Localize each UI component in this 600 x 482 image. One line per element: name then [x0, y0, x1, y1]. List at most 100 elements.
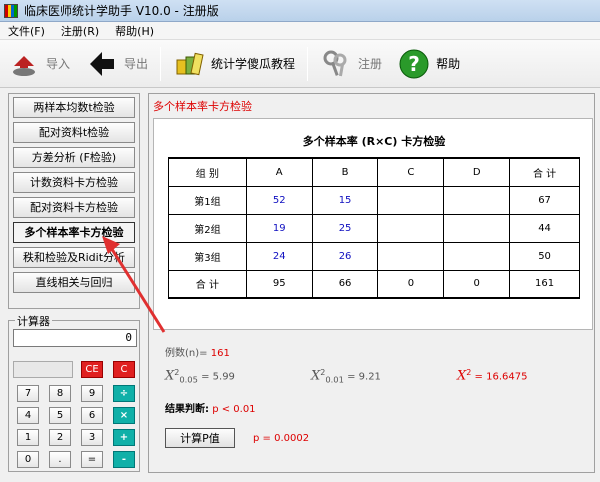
calculator-memory-indicator — [13, 361, 73, 378]
calc-key-add[interactable]: + — [113, 429, 135, 446]
calc-key-3[interactable]: 3 — [81, 429, 103, 446]
svg-text:?: ? — [408, 52, 420, 76]
row-total: 50 — [509, 241, 580, 271]
nav-paired-t-test[interactable]: 配对资料t检验 — [13, 122, 135, 143]
cell-input[interactable]: 19 — [245, 213, 313, 243]
app-icon — [4, 3, 18, 18]
import-label: 导入 — [46, 57, 71, 71]
chi-subscript: 0.01 — [325, 374, 344, 385]
table-row: 第2组 19 25 44 — [168, 213, 580, 243]
calc-key-1[interactable]: 1 — [17, 429, 39, 446]
row-label: 第1组 — [168, 185, 247, 215]
calc-key-0[interactable]: 0 — [17, 451, 39, 468]
cell-input[interactable] — [377, 241, 445, 271]
chi-critical-005-value: = 5.99 — [201, 371, 235, 383]
cell-input[interactable] — [443, 241, 511, 271]
sample-size-value: 161 — [210, 348, 230, 359]
cell-input[interactable]: 24 — [245, 241, 313, 271]
toolbar-separator — [307, 46, 309, 81]
column-total: 0 — [377, 269, 445, 299]
chi-critical-001: X20.01 = 9.21 — [311, 368, 381, 384]
menu-file[interactable]: 文件(F) — [0, 23, 53, 39]
help-button[interactable]: ? 帮助 — [390, 44, 468, 84]
nav-rank-sum-ridit[interactable]: 秩和检验及Ridit分析 — [13, 247, 135, 268]
menu-help[interactable]: 帮助(H) — [107, 23, 162, 39]
tutorial-label: 统计学傻瓜教程 — [211, 57, 296, 71]
calc-key-7[interactable]: 7 — [17, 385, 39, 402]
nav-two-sample-t-test[interactable]: 两样本均数t检验 — [13, 97, 135, 118]
calc-key-8[interactable]: 8 — [49, 385, 71, 402]
register-label: 注册 — [358, 57, 383, 71]
menu-register[interactable]: 注册(R) — [53, 23, 107, 39]
header-group: 组 别 — [168, 157, 247, 187]
calc-key-dot[interactable]: . — [49, 451, 71, 468]
calc-key-ce[interactable]: CE — [81, 361, 103, 378]
export-button[interactable]: 导出 — [78, 44, 156, 84]
table-title: 多个样本率 (R×C) 卡方检验 — [302, 135, 446, 148]
import-button[interactable]: 导入 — [0, 44, 78, 84]
grand-total: 161 — [509, 269, 580, 299]
header-total: 合 计 — [509, 157, 580, 187]
export-label: 导出 — [124, 57, 149, 71]
row-label: 合 计 — [168, 269, 247, 299]
menu-bar: 文件(F) 注册(R) 帮助(H) — [0, 22, 600, 40]
header-b: B — [311, 157, 379, 187]
chi-superscript: 2 — [466, 368, 472, 377]
toolbar: 导入 导出 统计学傻瓜教程 注册 ? 帮助 — [0, 40, 600, 88]
main-panel: 多个样本率卡方检验 多个样本率 (R×C) 卡方检验 组 别 A B C D 合… — [148, 93, 595, 473]
register-button[interactable]: 注册 — [312, 44, 390, 84]
books-icon — [176, 52, 204, 75]
chi-square-value: = 16.6475 — [474, 371, 528, 383]
chi-square-result: X2 = 16.6475 — [457, 368, 527, 383]
judgement-label: 结果判断: — [165, 404, 209, 415]
table-row: 第1组 52 15 67 — [168, 185, 580, 215]
calc-key-equals[interactable]: = — [81, 451, 103, 468]
column-total: 66 — [311, 269, 379, 299]
calc-key-5[interactable]: 5 — [49, 407, 71, 424]
sample-size-label: 例数(n)= — [165, 348, 208, 359]
results-area: 例数(n)= 161 X20.05 = 5.99 X20.01 = 9.21 X… — [153, 334, 593, 469]
nav-count-chi-square[interactable]: 计数资料卡方检验 — [13, 172, 135, 193]
contingency-table: 组 别 A B C D 合 计 第1组 52 15 67 第2组 19 25 4… — [168, 157, 580, 299]
calc-key-subtract[interactable]: - — [113, 451, 135, 468]
cell-input[interactable]: 26 — [311, 241, 379, 271]
question-icon: ? — [399, 49, 429, 78]
table-header-row: 组 别 A B C D 合 计 — [168, 157, 580, 187]
row-total: 67 — [509, 185, 580, 215]
import-icon — [13, 55, 35, 76]
cell-input[interactable]: 25 — [311, 213, 379, 243]
nav-linear-regression[interactable]: 直线相关与回归 — [13, 272, 135, 293]
calc-key-9[interactable]: 9 — [81, 385, 103, 402]
cell-input[interactable] — [377, 185, 445, 215]
cell-input[interactable] — [377, 213, 445, 243]
result-judgement: 结果判断: p < 0.01 — [165, 400, 256, 415]
tutorial-button[interactable]: 统计学傻瓜教程 — [165, 44, 303, 84]
calc-key-multiply[interactable]: × — [113, 407, 135, 424]
chi-symbol: X — [457, 368, 467, 384]
nav-anova[interactable]: 方差分析 (F检验) — [13, 147, 135, 168]
toolbar-separator — [160, 46, 162, 81]
calc-key-4[interactable]: 4 — [17, 407, 39, 424]
calculate-p-button[interactable]: 计算P值 — [165, 428, 235, 448]
calculator-legend: 计算器 — [15, 313, 52, 329]
contingency-table-panel: 多个样本率 (R×C) 卡方检验 组 别 A B C D 合 计 第1组 52 … — [153, 118, 593, 330]
table-total-row: 合 计 95 66 0 0 161 — [168, 269, 580, 299]
row-label: 第3组 — [168, 241, 247, 271]
calc-key-2[interactable]: 2 — [49, 429, 71, 446]
cell-input[interactable]: 52 — [245, 185, 313, 215]
panel-title: 多个样本率卡方检验 — [153, 100, 252, 113]
calc-key-c[interactable]: C — [113, 361, 135, 378]
calc-key-6[interactable]: 6 — [81, 407, 103, 424]
cell-input[interactable] — [443, 185, 511, 215]
export-arrow-icon — [90, 51, 115, 76]
title-bar: 临床医师统计学助手 V10.0 - 注册版 — [0, 0, 600, 22]
row-label: 第2组 — [168, 213, 247, 243]
chi-subscript: 0.05 — [179, 374, 198, 385]
nav-paired-chi-square[interactable]: 配对资料卡方检验 — [13, 197, 135, 218]
chi-critical-005: X20.05 = 5.99 — [165, 368, 235, 384]
cell-input[interactable]: 15 — [311, 185, 379, 215]
cell-input[interactable] — [443, 213, 511, 243]
calc-key-divide[interactable]: ÷ — [113, 385, 135, 402]
column-total: 95 — [245, 269, 313, 299]
nav-multi-rate-chi-square[interactable]: 多个样本率卡方检验 — [13, 222, 135, 243]
